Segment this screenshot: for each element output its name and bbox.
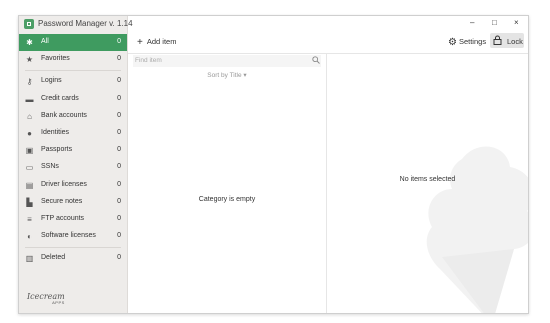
disc-icon: ◐ xyxy=(27,232,32,242)
sidebar-item-count: 0 xyxy=(117,146,121,154)
sidebar-item-bank-accounts[interactable]: ⌂ Bank accounts 0 xyxy=(19,108,127,125)
key-icon: ⚷ xyxy=(26,77,33,87)
sidebar-item-ssns[interactable]: ▭ SSNs 0 xyxy=(19,159,127,176)
toolbar: – □ × + Add item ⚙ Settings Lock xyxy=(128,16,528,54)
sidebar-item-label: Driver licenses xyxy=(41,180,87,188)
close-button[interactable]: × xyxy=(514,18,519,27)
sidebar-item-count: 0 xyxy=(117,111,121,119)
ssn-card-icon: ▭ xyxy=(25,163,34,173)
sidebar-item-label: FTP accounts xyxy=(41,214,85,222)
minimize-button[interactable]: – xyxy=(470,18,474,27)
note-icon: ▙ xyxy=(26,197,33,207)
icecream-apps-logo[interactable]: Icecream APPS xyxy=(27,292,65,305)
sidebar-item-count: 0 xyxy=(117,214,121,222)
sidebar-item-passports[interactable]: ▣ Passports 0 xyxy=(19,142,127,159)
asterisk-icon: ✱ xyxy=(26,38,33,47)
maximize-button[interactable]: □ xyxy=(492,18,497,27)
main-area: – □ × + Add item ⚙ Settings Lock Find item… xyxy=(128,16,528,313)
person-icon: ● xyxy=(27,128,32,138)
sidebar-divider xyxy=(25,247,121,249)
sidebar-item-logins[interactable]: ⚷ Logins 0 xyxy=(19,73,127,90)
gear-icon: ⚙ xyxy=(448,37,457,48)
settings-button[interactable]: ⚙ Settings xyxy=(448,36,487,48)
sidebar-item-deleted[interactable]: ▥ Deleted 0 xyxy=(19,250,127,267)
sidebar-item-count: 0 xyxy=(117,232,121,240)
sidebar-divider xyxy=(25,70,121,72)
sidebar-item-label: Passports xyxy=(41,146,73,154)
lock-button[interactable]: Lock xyxy=(490,33,524,48)
app-window: Password Manager v. 1.14 ✱ All 0 ★ Favor… xyxy=(18,15,529,314)
passport-icon: ▣ xyxy=(25,146,34,156)
sidebar-item-label: Favorites xyxy=(41,55,70,63)
sidebar-item-label: Credit cards xyxy=(41,94,79,102)
app-logo-icon xyxy=(24,19,34,29)
title-bar: Password Manager v. 1.14 xyxy=(19,16,133,33)
license-icon: ▤ xyxy=(25,180,34,190)
sidebar-item-label: Identities xyxy=(41,128,70,136)
plus-icon: + xyxy=(137,37,143,48)
settings-label: Settings xyxy=(458,37,487,46)
sidebar-item-count: 0 xyxy=(117,163,121,171)
item-detail-pane: No items selected xyxy=(327,54,528,313)
search-icon[interactable] xyxy=(312,56,320,66)
add-item-label: Add item xyxy=(146,37,177,46)
sidebar-item-count: 0 xyxy=(117,197,121,205)
sidebar-item-favorites[interactable]: ★ Favorites 0 xyxy=(19,51,127,68)
sidebar-item-count: 0 xyxy=(117,55,121,63)
sidebar-item-count: 0 xyxy=(117,38,121,45)
sidebar-item-software-licenses[interactable]: ◐ Software licenses 0 xyxy=(19,228,127,245)
sidebar-item-driver-licenses[interactable]: ▤ Driver licenses 0 xyxy=(19,177,127,194)
sidebar-item-secure-notes[interactable]: ▙ Secure notes 0 xyxy=(19,194,127,211)
sidebar-item-count: 0 xyxy=(117,128,121,136)
sidebar-item-count: 0 xyxy=(117,94,121,102)
category-nav: ✱ All 0 ★ Favorites 0 ⚷ Logins 0 ▬ Credi… xyxy=(19,34,127,267)
ice-cream-watermark-icon xyxy=(426,146,528,313)
sidebar-item-label: Secure notes xyxy=(41,197,83,205)
sidebar-item-label: Bank accounts xyxy=(41,111,87,119)
add-item-button[interactable]: + Add item xyxy=(137,36,177,48)
sidebar-item-credit-cards[interactable]: ▬ Credit cards 0 xyxy=(19,91,127,108)
sidebar-item-label: Software licenses xyxy=(41,232,96,240)
sort-dropdown[interactable]: Sort by Title ▾ xyxy=(128,71,326,79)
app-title: Password Manager v. 1.14 xyxy=(38,19,133,28)
lock-icon xyxy=(493,35,502,47)
sidebar-item-count: 0 xyxy=(117,180,121,188)
sidebar-item-label: All xyxy=(41,38,49,45)
lock-label: Lock xyxy=(507,37,523,46)
search-input[interactable]: Find item xyxy=(133,55,321,67)
sidebar-item-count: 0 xyxy=(117,254,121,262)
star-icon: ★ xyxy=(25,55,34,65)
sidebar-item-label: SSNs xyxy=(41,163,59,171)
sidebar-item-label: Logins xyxy=(41,77,62,85)
sidebar-item-count: 0 xyxy=(117,77,121,85)
trash-icon: ▥ xyxy=(25,254,34,264)
bank-icon: ⌂ xyxy=(27,111,32,121)
database-icon: ≡ xyxy=(27,214,32,224)
sidebar-item-all[interactable]: ✱ All 0 xyxy=(19,34,127,52)
item-list-pane: Find item Sort by Title ▾ Category is em… xyxy=(128,54,327,313)
empty-category-message: Category is empty xyxy=(198,196,256,203)
no-selection-message: No items selected xyxy=(399,176,456,183)
sidebar-item-ftp-accounts[interactable]: ≡ FTP accounts 0 xyxy=(19,211,127,228)
sidebar-item-identities[interactable]: ● Identities 0 xyxy=(19,125,127,142)
sidebar: Password Manager v. 1.14 ✱ All 0 ★ Favor… xyxy=(19,16,133,313)
sidebar-item-label: Deleted xyxy=(41,254,66,262)
credit-card-icon: ▬ xyxy=(25,94,34,104)
